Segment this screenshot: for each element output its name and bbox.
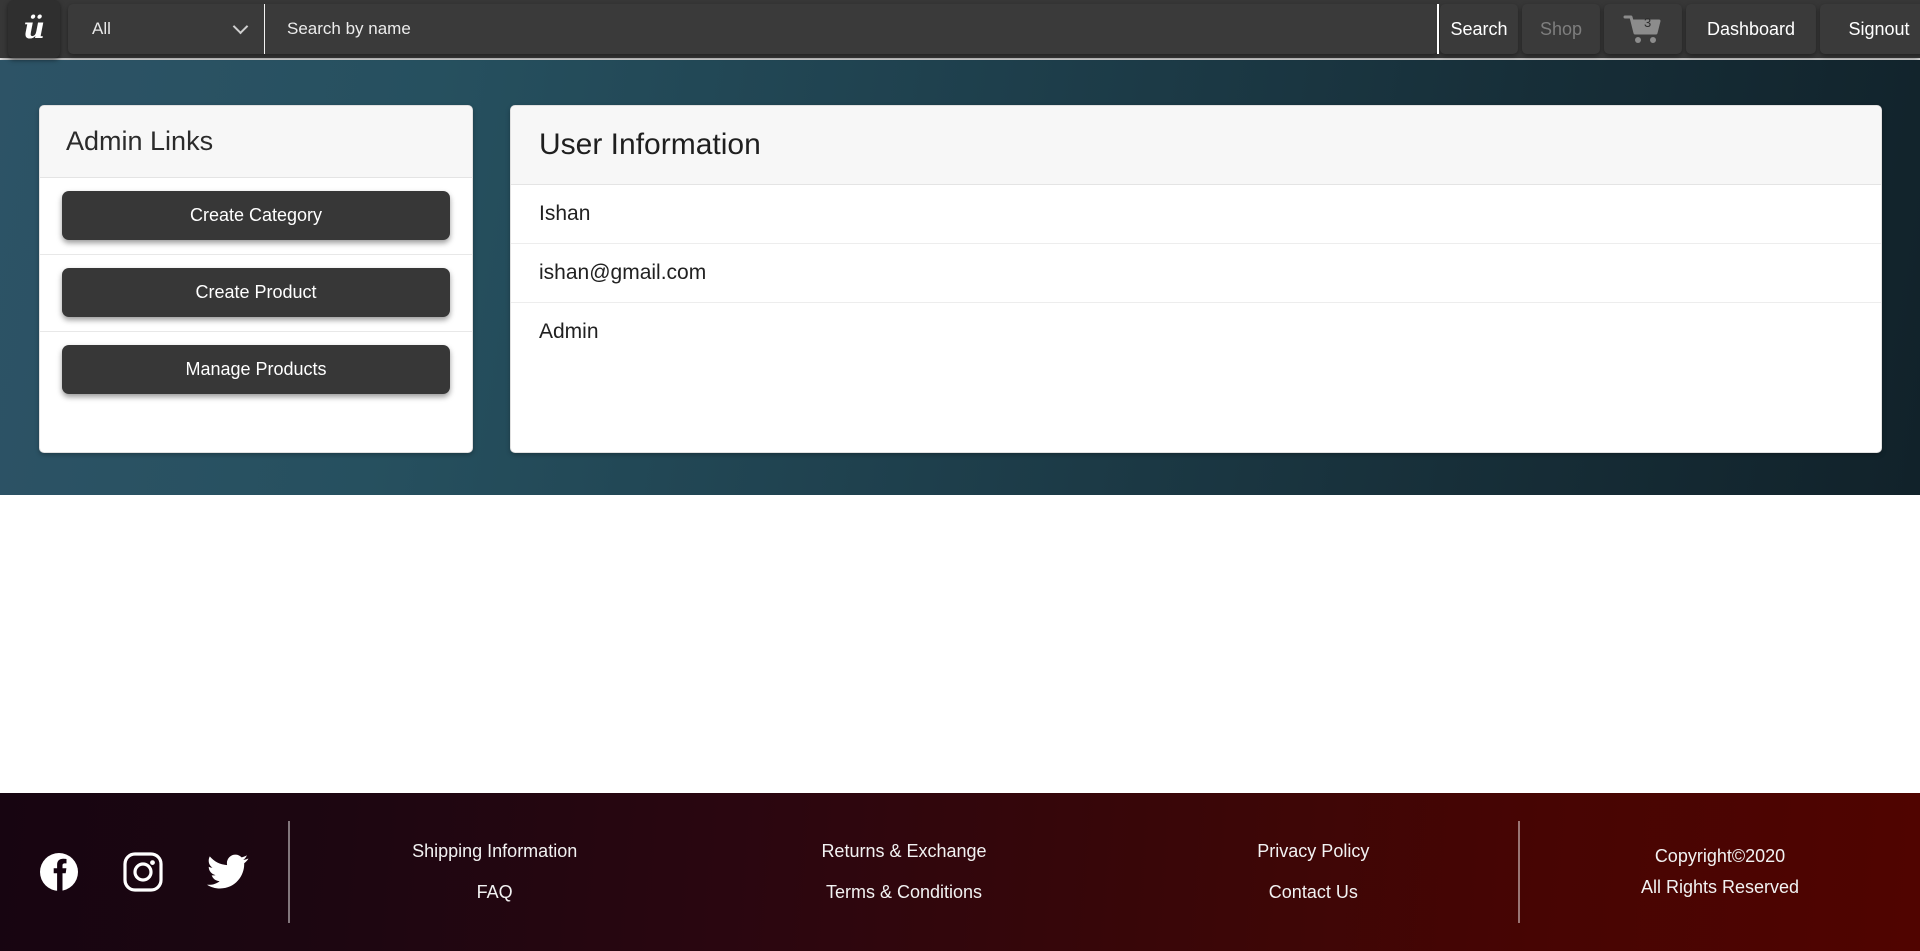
list-item: Manage Products (40, 332, 472, 408)
instagram-icon[interactable] (123, 852, 163, 892)
shopping-cart-icon (1623, 15, 1661, 43)
dashboard-button[interactable]: Dashboard (1686, 4, 1816, 54)
twitter-icon[interactable] (207, 853, 249, 891)
facebook-icon[interactable] (39, 852, 79, 892)
footer-column-2: Returns & Exchange Terms & Conditions (699, 793, 1108, 951)
create-category-button[interactable]: Create Category (62, 191, 450, 240)
terms-conditions-link[interactable]: Terms & Conditions (826, 882, 982, 903)
user-information-title: User Information (539, 128, 761, 161)
search-group: All (68, 4, 1438, 54)
user-information-header: User Information (511, 106, 1881, 185)
create-product-button[interactable]: Create Product (62, 268, 450, 317)
admin-links-title: Admin Links (66, 126, 214, 156)
admin-links-card: Admin Links Create Category Create Produ… (39, 105, 473, 453)
list-item: Create Category (40, 178, 472, 255)
signout-button[interactable]: Signout (1820, 4, 1920, 54)
footer-column-3: Privacy Policy Contact Us (1109, 793, 1518, 951)
footer-column-1: Shipping Information FAQ (290, 793, 699, 951)
admin-links-list: Create Category Create Product Manage Pr… (40, 178, 472, 408)
cart-button[interactable]: 3 (1604, 4, 1682, 54)
user-role-row: Admin (511, 303, 1881, 361)
list-item: Create Product (40, 255, 472, 332)
footer-copyright: Copyright©2020 All Rights Reserved (1520, 793, 1920, 951)
contact-us-link[interactable]: Contact Us (1269, 882, 1358, 903)
category-select-value: All (92, 19, 111, 38)
admin-links-header: Admin Links (40, 106, 472, 178)
search-input[interactable] (265, 4, 1438, 54)
shop-button[interactable]: Shop (1522, 4, 1600, 54)
copyright-line-1: Copyright©2020 (1654, 846, 1786, 866)
user-information-list: Ishan ishan@gmail.com Admin (511, 185, 1881, 361)
cart-count-badge: 3 (1644, 15, 1652, 30)
category-select[interactable]: All (68, 4, 264, 54)
faq-link[interactable]: FAQ (477, 882, 513, 903)
top-navbar: ü All Search Shop 3 Dashboard Signout (0, 0, 1920, 60)
returns-exchange-link[interactable]: Returns & Exchange (821, 841, 986, 862)
user-information-card: User Information Ishan ishan@gmail.com A… (510, 105, 1882, 453)
chevron-down-icon (232, 18, 249, 35)
copyright-line-2: All Rights Reserved (1640, 877, 1800, 897)
brand-logo-glyph: ü (23, 11, 45, 46)
site-footer: Shipping Information FAQ Returns & Excha… (0, 793, 1920, 951)
user-name-row: Ishan (511, 185, 1881, 244)
manage-products-button[interactable]: Manage Products (62, 345, 450, 394)
user-email-row: ishan@gmail.com (511, 244, 1881, 303)
privacy-policy-link[interactable]: Privacy Policy (1257, 841, 1369, 862)
footer-social-links (0, 793, 288, 951)
shipping-information-link[interactable]: Shipping Information (412, 841, 577, 862)
brand-logo[interactable]: ü (8, 0, 60, 58)
cart-icon-wrap: 3 (1623, 14, 1663, 44)
search-button[interactable]: Search (1440, 4, 1518, 54)
search-button-divider (1437, 4, 1439, 54)
